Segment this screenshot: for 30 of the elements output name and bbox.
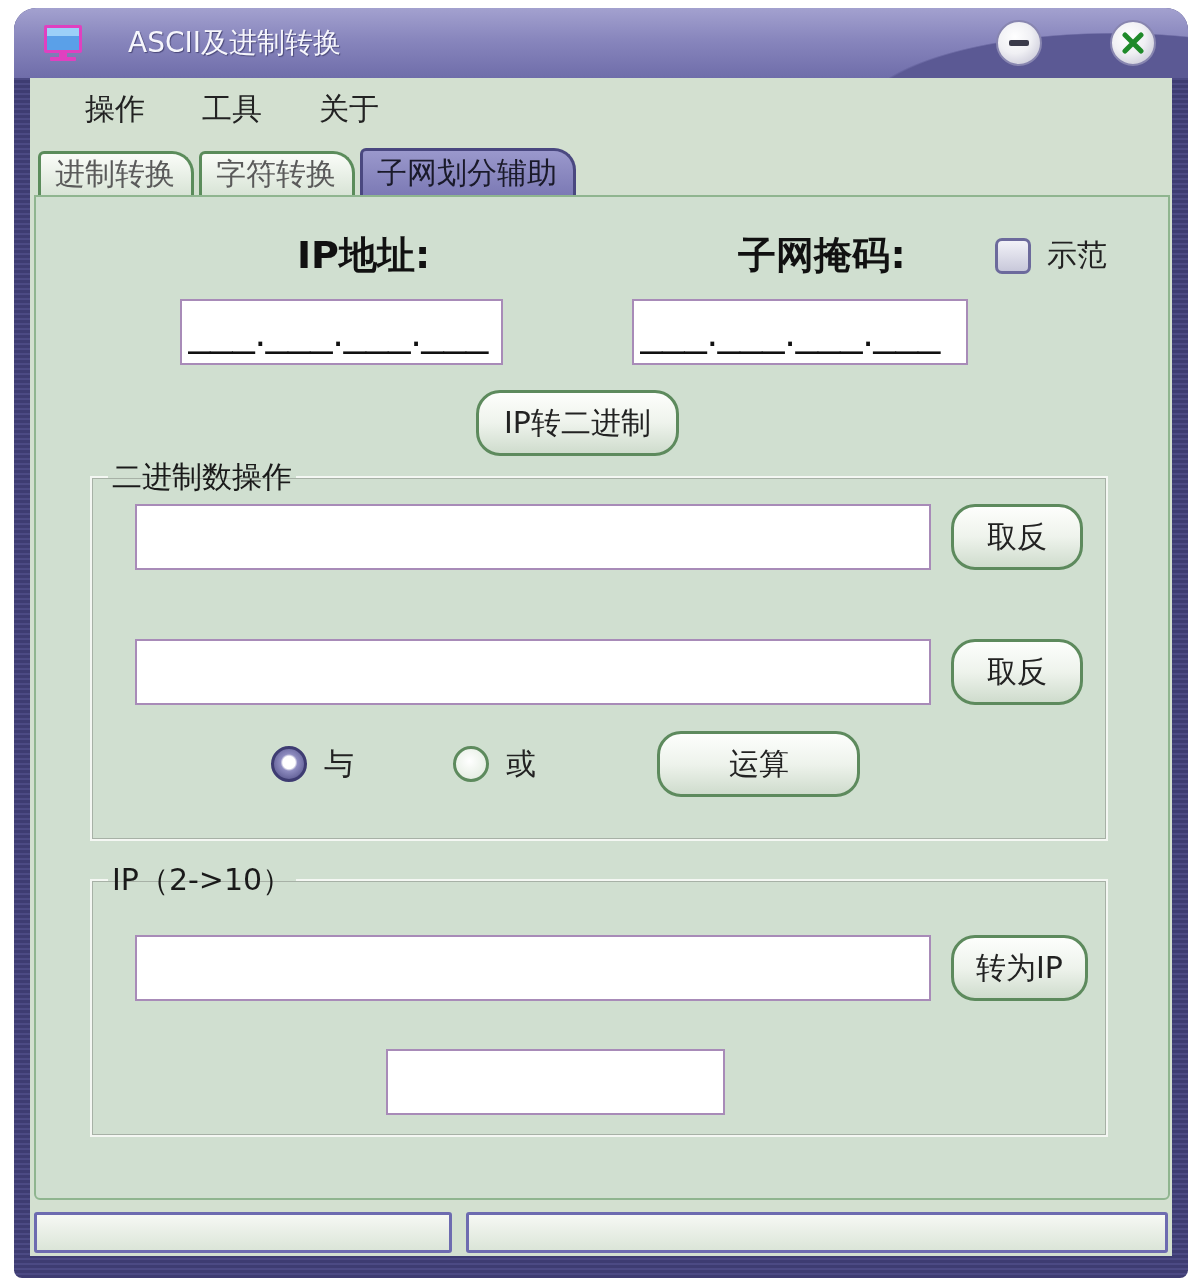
ip-address-field[interactable]: ___.___.___.___ [180,299,503,365]
close-icon [1122,32,1144,54]
minimize-icon [1009,40,1029,46]
menu-item[interactable]: 操作 [85,88,145,130]
radio-option[interactable]: 与 [271,743,453,785]
ip-to-binary-button[interactable]: IP转二进制 [476,390,679,456]
binary-input-field[interactable] [135,639,931,705]
decimal-ip-field[interactable] [386,1049,725,1115]
monitor-icon [42,23,84,63]
tab[interactable]: 子网划分辅助 [360,148,576,195]
subnet-mask-field[interactable]: ___.___.___.___ [632,299,968,365]
window-title: ASCII及进制转换 [128,25,342,61]
group-title: 二进制数操作 [111,462,293,492]
field-label: 子网掩码: [737,232,907,279]
binary-ip-field[interactable] [135,935,931,1001]
invert-button[interactable]: 取反 [951,639,1083,705]
menu-item[interactable]: 关于 [319,88,379,130]
binary-input-field[interactable] [135,504,931,570]
menu-item[interactable]: 工具 [202,88,262,130]
tab[interactable]: 进制转换 [38,151,194,195]
minimize-button[interactable] [996,20,1042,66]
field-label: IP地址: [295,232,432,279]
convert-to-ip-button[interactable]: 转为IP [951,935,1088,1001]
run-button[interactable]: 运算 [657,731,860,797]
close-button[interactable] [1110,20,1156,66]
invert-button[interactable]: 取反 [951,504,1083,570]
demo-checkbox[interactable]: 示范 [995,235,1107,276]
radio-option[interactable]: 或 [453,743,541,785]
tab[interactable]: 字符转换 [199,151,355,195]
group-title: IP（2->10） [111,865,294,895]
